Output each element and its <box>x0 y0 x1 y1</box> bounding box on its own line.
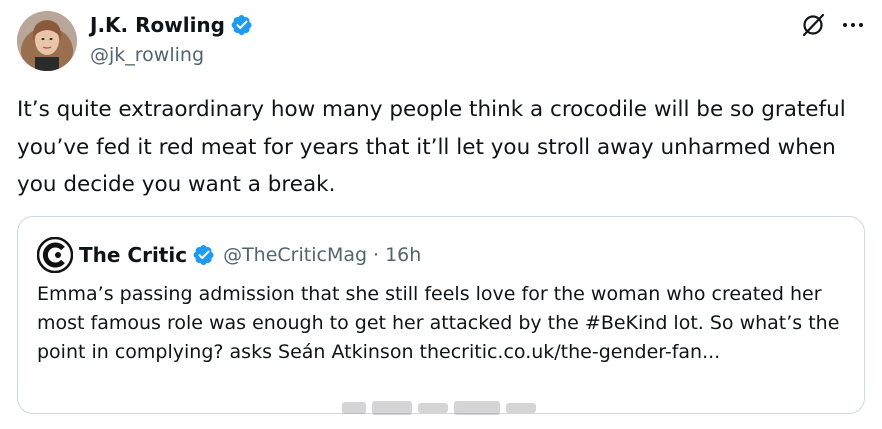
author-name-text[interactable]: J.K. Rowling <box>90 11 225 39</box>
quoted-post-card[interactable]: The Critic @TheCriticMag · 16h Emma’s pa… <box>17 216 865 414</box>
quoted-post-timestamp[interactable]: 16h <box>385 244 421 266</box>
quoted-author-name[interactable]: The Critic <box>79 243 187 267</box>
verified-badge-icon <box>193 245 214 265</box>
quoted-post-header: The Critic @TheCriticMag · 16h <box>37 237 421 273</box>
separator-dot: · <box>373 244 380 266</box>
more-icon[interactable] <box>840 12 866 38</box>
quoted-author-handle[interactable]: @TheCriticMag <box>223 244 367 266</box>
the-critic-logo[interactable] <box>37 237 73 273</box>
grok-icon[interactable] <box>800 12 826 38</box>
author-handle[interactable]: @jk_rowling <box>90 42 204 68</box>
watermark-icon <box>342 401 536 415</box>
verified-badge-icon <box>231 15 252 35</box>
quoted-post-text: Emma’s passing admission that she still … <box>37 283 840 363</box>
post-text: It’s quite extraordinary how many people… <box>17 97 846 197</box>
avatar[interactable] <box>17 11 77 71</box>
author-name[interactable]: J.K. Rowling <box>90 11 253 39</box>
